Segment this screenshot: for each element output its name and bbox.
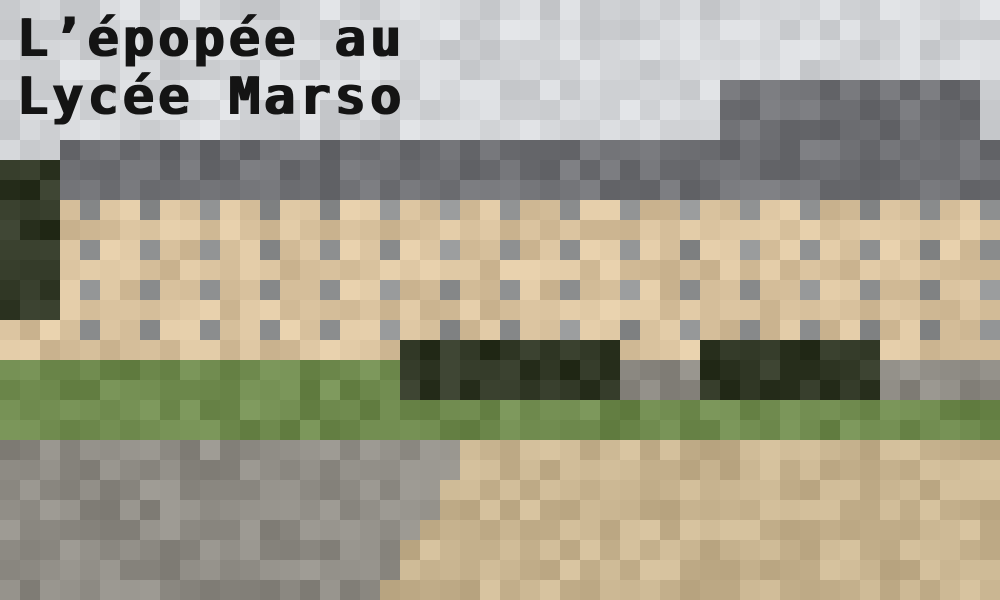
game-title-line-1: L’épopée au [16,9,405,69]
game-title-line-2: Lycée Marso [16,67,405,127]
game-title: L’épopée au Lycée Marso [16,10,404,126]
